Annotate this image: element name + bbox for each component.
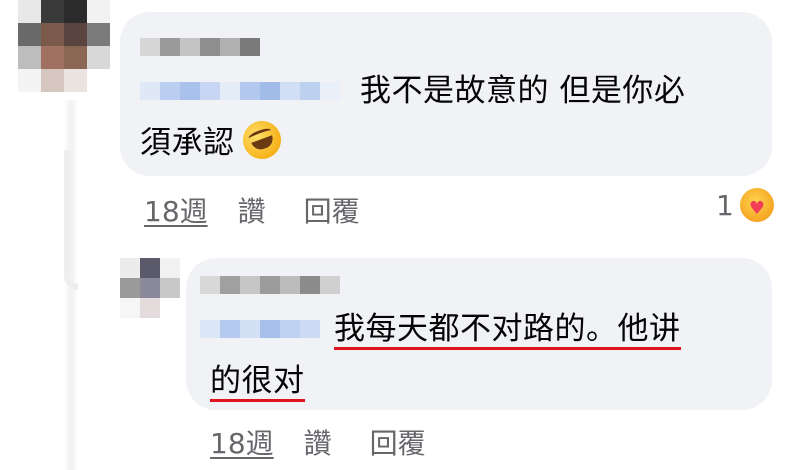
- comment-actions: 18週 讚 回覆: [144, 190, 398, 230]
- commenter-profile-link-blurred[interactable]: [200, 320, 320, 338]
- reaction-summary[interactable]: 1: [716, 188, 774, 222]
- rolling-on-floor-laughing-emoji-icon: [237, 115, 286, 165]
- timestamp-link[interactable]: 18週: [210, 422, 274, 462]
- comment-text: 我不是故意的 但是你必: [360, 64, 760, 118]
- reply-text-continued: 的很对: [210, 354, 305, 408]
- commenter-name-blurred[interactable]: [140, 38, 260, 56]
- comment-text-line: 須承認: [140, 125, 235, 161]
- reply-text: 我每天都不对路的。他讲: [334, 302, 681, 356]
- commenter-profile-link-blurred[interactable]: [140, 82, 340, 100]
- care-reaction-icon: [739, 188, 774, 222]
- reply-text-line-highlighted: 的很对: [210, 363, 305, 402]
- thread-reply-branch: [64, 150, 78, 290]
- commenter-name-blurred[interactable]: [200, 276, 340, 294]
- reply-actions: 18週 讚 回覆: [210, 422, 464, 462]
- timestamp-link[interactable]: 18週: [144, 190, 208, 230]
- like-button[interactable]: 讚: [304, 422, 332, 462]
- reaction-count: 1: [716, 188, 734, 222]
- reply-button[interactable]: 回覆: [304, 190, 360, 230]
- avatar[interactable]: [18, 0, 110, 92]
- reply-button[interactable]: 回覆: [370, 422, 426, 462]
- avatar[interactable]: [120, 258, 180, 318]
- comment-text-line: 我不是故意的 但是你必: [360, 73, 686, 109]
- reply-text-line-highlighted: 我每天都不对路的。他讲: [334, 311, 681, 350]
- comment-text-continued: 須承認: [140, 115, 286, 170]
- like-button[interactable]: 讚: [238, 190, 266, 230]
